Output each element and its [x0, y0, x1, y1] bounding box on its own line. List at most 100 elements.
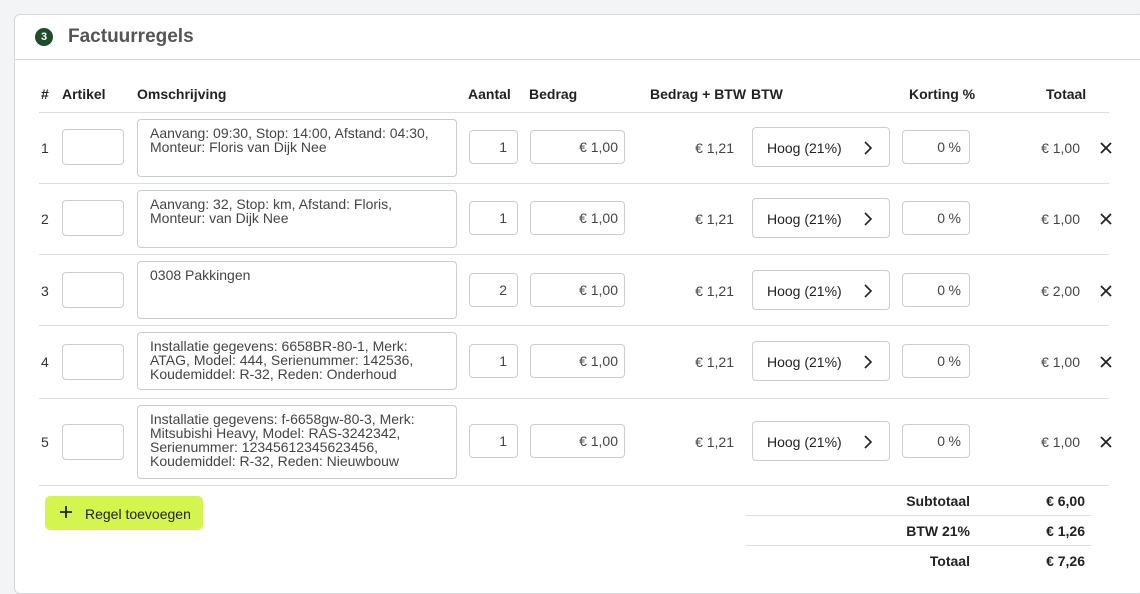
step-badge: 3 — [35, 28, 53, 46]
row-total: € 1,00 — [1041, 354, 1080, 370]
chevron-right-icon — [864, 355, 873, 369]
amount-incl-vat: € 1,21 — [695, 140, 734, 156]
col-header-totaal: Totaal — [1046, 86, 1087, 102]
vat-select-label: Hoog (21%) — [767, 211, 842, 227]
row-divider — [39, 183, 1109, 184]
amount-incl-vat: € 1,21 — [695, 434, 734, 450]
row-number: 3 — [41, 283, 49, 299]
add-line-label: Regel toevoegen — [85, 506, 191, 522]
discount-value: 0 — [937, 282, 945, 298]
percent-unit: % — [948, 353, 961, 369]
subtotal-label: Subtotaal — [906, 493, 970, 509]
artikel-input[interactable] — [62, 272, 124, 308]
subtotal-value: € 6,00 — [1046, 493, 1085, 509]
row-divider — [39, 485, 1109, 486]
percent-unit: % — [948, 139, 961, 155]
col-header-aantal: Aantal — [468, 86, 511, 102]
vat-select[interactable]: Hoog (21%) — [752, 341, 890, 381]
row-number: 2 — [41, 211, 49, 227]
description-field[interactable]: Aanvang: 32, Stop: km, Afstand: Floris, … — [137, 190, 457, 248]
close-icon[interactable] — [1098, 140, 1114, 156]
col-header-korting: Korting % — [909, 86, 976, 102]
col-header-bedrag-btw: Bedrag + BTW — [650, 86, 747, 102]
vat-select-label: Hoog (21%) — [767, 434, 842, 450]
discount-input[interactable]: 0 % — [902, 424, 970, 458]
vat-select[interactable]: Hoog (21%) — [752, 198, 890, 238]
vat-select[interactable]: Hoog (21%) — [752, 127, 890, 167]
close-icon[interactable] — [1098, 434, 1114, 450]
row-total: € 1,00 — [1041, 140, 1080, 156]
col-header-bedrag: Bedrag — [529, 86, 578, 102]
vat-select[interactable]: Hoog (21%) — [752, 421, 890, 461]
col-header-omschrijving: Omschrijving — [137, 86, 227, 102]
summary-divider — [746, 545, 1091, 546]
vat-select-label: Hoog (21%) — [767, 354, 842, 370]
quantity-input[interactable]: 1 — [469, 130, 518, 164]
description-field[interactable]: Installatie gegevens: f-6658gw-80-3, Mer… — [137, 405, 457, 479]
vat-total-label: BTW 21% — [906, 523, 970, 539]
close-icon[interactable] — [1098, 211, 1114, 227]
col-header-btw: BTW — [751, 86, 783, 102]
percent-unit: % — [948, 282, 961, 298]
grand-total-label: Totaal — [929, 553, 970, 569]
discount-value: 0 — [937, 433, 945, 449]
artikel-input[interactable] — [62, 424, 124, 460]
description-field[interactable]: Aanvang: 09:30, Stop: 14:00, Afstand: 04… — [137, 119, 457, 177]
description-field[interactable]: 0308 Pakkingen — [137, 261, 457, 319]
description-field[interactable]: Installatie gegevens: 6658BR-80-1, Merk:… — [137, 332, 457, 390]
amount-input[interactable]: € 1,00 — [530, 424, 625, 458]
amount-input[interactable]: € 1,00 — [530, 201, 625, 235]
percent-unit: % — [948, 433, 961, 449]
summary-divider — [746, 515, 1091, 516]
amount-input[interactable]: € 1,00 — [530, 273, 625, 307]
amount-incl-vat: € 1,21 — [695, 283, 734, 299]
chevron-right-icon — [864, 284, 873, 298]
row-total: € 1,00 — [1041, 434, 1080, 450]
vat-select-label: Hoog (21%) — [767, 283, 842, 299]
amount-input[interactable]: € 1,00 — [530, 130, 625, 164]
artikel-input[interactable] — [62, 129, 124, 165]
row-total: € 1,00 — [1041, 211, 1080, 227]
vat-select-label: Hoog (21%) — [767, 140, 842, 156]
col-header-num: # — [41, 86, 49, 102]
discount-value: 0 — [937, 139, 945, 155]
row-number: 1 — [41, 140, 49, 156]
row-divider — [39, 254, 1109, 255]
invoice-lines-card: 3 Factuurregels # Artikel Omschrijving A… — [14, 14, 1140, 594]
percent-unit: % — [948, 210, 961, 226]
section-title: Factuurregels — [68, 26, 194, 47]
grand-total-value: € 7,26 — [1046, 553, 1085, 569]
add-line-button[interactable]: Regel toevoegen — [45, 496, 203, 530]
row-divider — [39, 112, 1109, 113]
discount-value: 0 — [937, 210, 945, 226]
quantity-input[interactable]: 1 — [469, 201, 518, 235]
row-divider — [39, 325, 1109, 326]
chevron-right-icon — [864, 435, 873, 449]
row-number: 5 — [41, 434, 49, 450]
close-icon[interactable] — [1098, 283, 1114, 299]
card-header: 3 Factuurregels — [15, 15, 1140, 60]
row-total: € 2,00 — [1041, 283, 1080, 299]
quantity-input[interactable]: 1 — [469, 344, 518, 378]
artikel-input[interactable] — [62, 344, 124, 380]
amount-incl-vat: € 1,21 — [695, 354, 734, 370]
amount-incl-vat: € 1,21 — [695, 211, 734, 227]
col-header-artikel: Artikel — [62, 86, 106, 102]
discount-input[interactable]: 0 % — [902, 344, 970, 378]
vat-total-value: € 1,26 — [1046, 523, 1085, 539]
close-icon[interactable] — [1098, 354, 1114, 370]
chevron-right-icon — [864, 141, 873, 155]
discount-input[interactable]: 0 % — [902, 201, 970, 235]
quantity-input[interactable]: 1 — [469, 424, 518, 458]
discount-input[interactable]: 0 % — [902, 130, 970, 164]
chevron-right-icon — [864, 212, 873, 226]
row-divider — [39, 398, 1109, 399]
plus-icon — [60, 506, 72, 518]
discount-value: 0 — [937, 353, 945, 369]
quantity-input[interactable]: 2 — [469, 273, 518, 307]
row-number: 4 — [41, 354, 49, 370]
artikel-input[interactable] — [62, 200, 124, 236]
vat-select[interactable]: Hoog (21%) — [752, 270, 890, 310]
discount-input[interactable]: 0 % — [902, 273, 970, 307]
amount-input[interactable]: € 1,00 — [530, 344, 625, 378]
